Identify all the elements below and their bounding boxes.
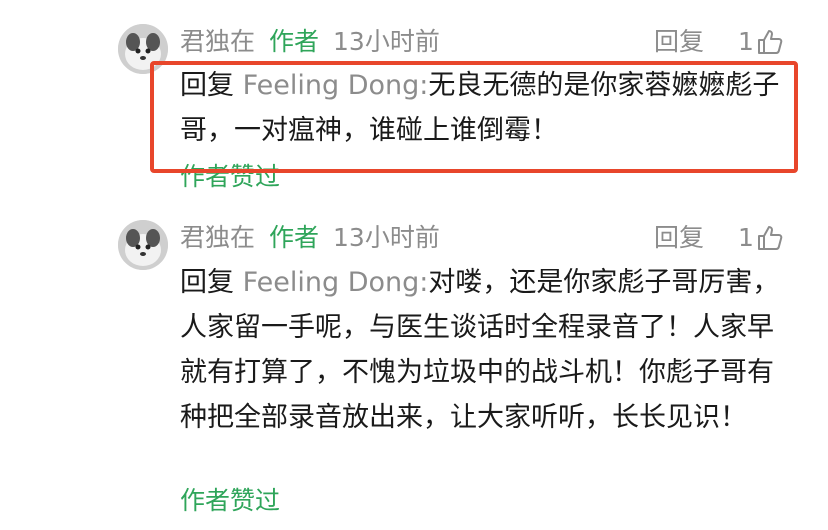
reply-button[interactable]: 回复: [654, 223, 704, 253]
avatar-image: [118, 220, 168, 270]
highlight-box: [150, 61, 798, 173]
username[interactable]: 君独在: [180, 223, 255, 252]
comment-body: 回复 Feeling Dong:对喽，还是你家彪子哥厉害，人家留一手呢，与医生谈…: [180, 260, 785, 440]
avatar[interactable]: [118, 220, 168, 270]
author-badge: 作者: [269, 223, 320, 252]
like-count: 1: [738, 27, 754, 56]
like-button[interactable]: 1: [738, 223, 784, 253]
thumbs-up-icon: [757, 30, 783, 54]
comment-meta: 君独在 作者 13小时前: [180, 223, 440, 253]
like-count: 1: [738, 223, 754, 252]
comment-meta: 君独在 作者 13小时前: [180, 27, 440, 57]
like-button[interactable]: 1: [738, 27, 784, 57]
author-badge: 作者: [269, 27, 320, 56]
reply-button[interactable]: 回复: [654, 27, 704, 57]
timestamp: 13小时前: [333, 27, 440, 56]
comment-item: 君独在 作者 13小时前 回复 1 回复 Feeling Dong:对喽，还是你家彪…: [0, 200, 828, 530]
username[interactable]: 君独在: [180, 27, 255, 56]
thumbs-up-icon: [757, 226, 783, 250]
timestamp: 13小时前: [333, 223, 440, 252]
reply-target-user[interactable]: Feeling Dong:: [243, 267, 429, 298]
reply-prefix: 回复: [180, 267, 234, 298]
author-liked-label: 作者赞过: [180, 486, 281, 515]
